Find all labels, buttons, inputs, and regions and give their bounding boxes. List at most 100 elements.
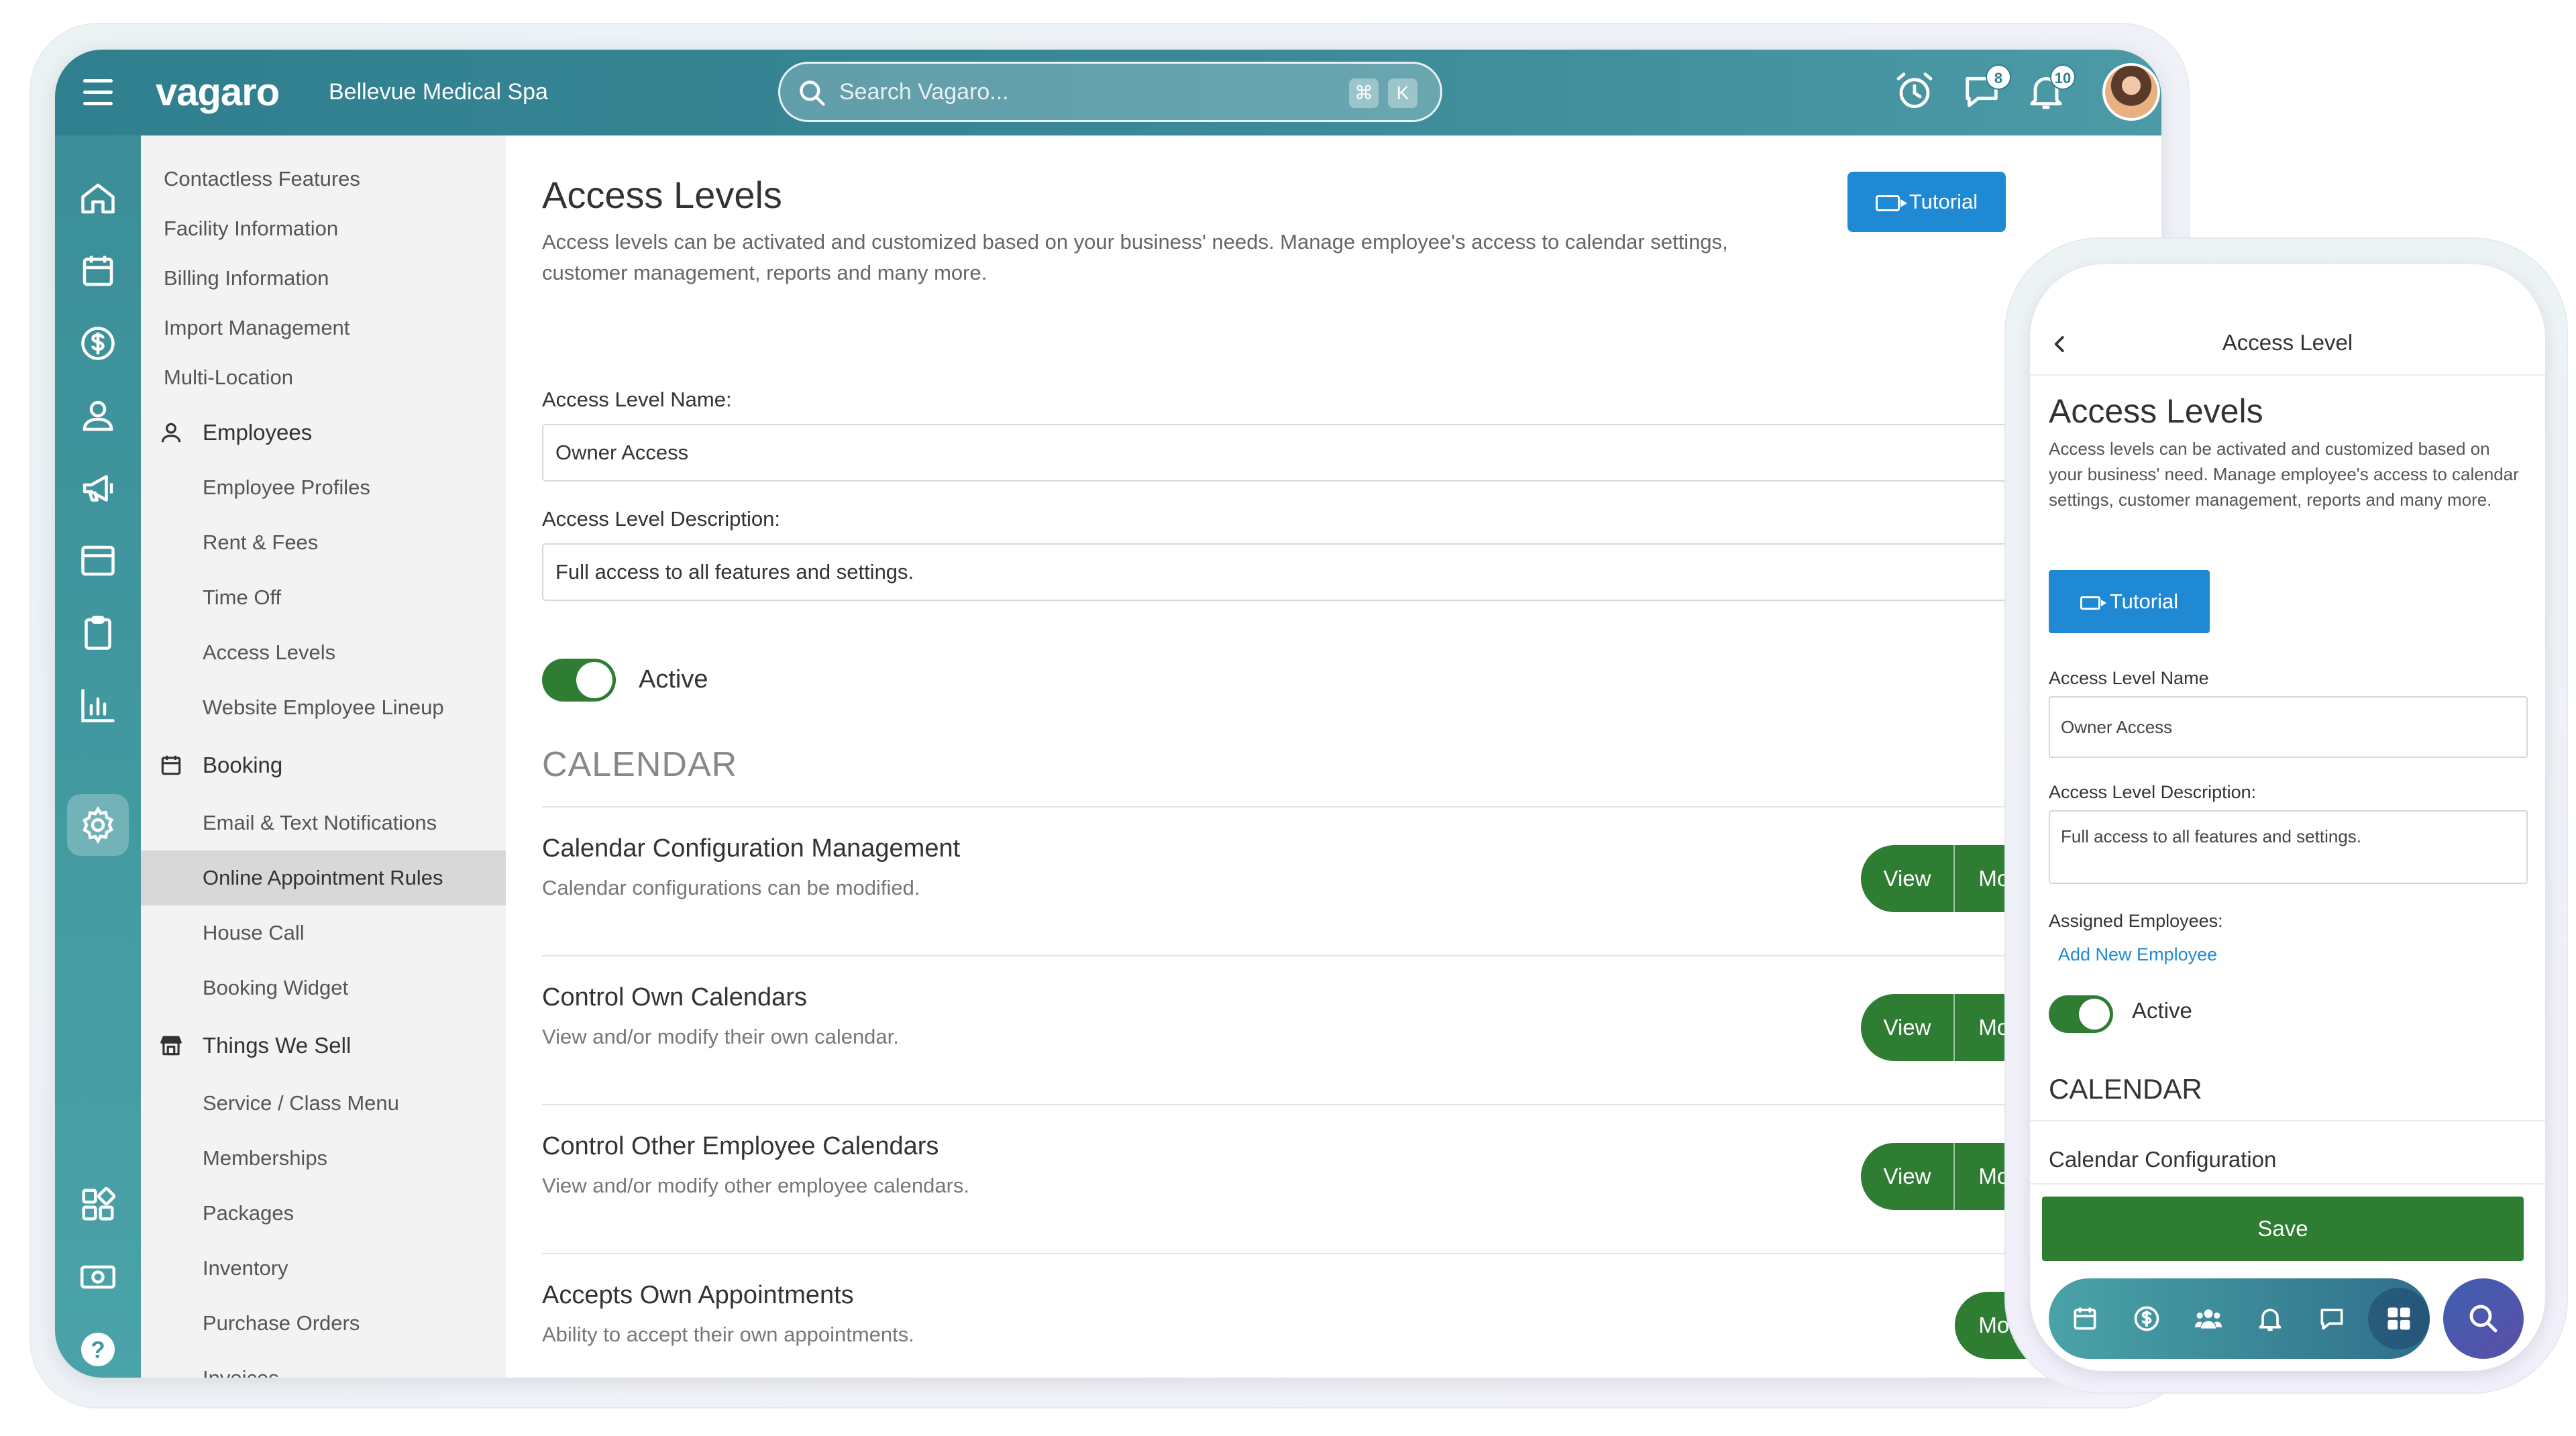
customers-icon[interactable] — [2194, 1304, 2223, 1333]
mobile-header-title: Access Level — [2222, 330, 2353, 355]
nav-item-packages[interactable]: Packages — [141, 1186, 506, 1241]
search-bar[interactable]: ⌘ K — [778, 62, 1442, 122]
shortcut-k-key: K — [1388, 78, 1417, 108]
tutorial-button[interactable]: Tutorial — [1847, 172, 2006, 232]
permission-title: Control Other Employee Calendars — [542, 1132, 939, 1160]
bell-icon[interactable] — [2255, 1304, 2285, 1333]
calendar-icon[interactable] — [78, 251, 118, 291]
calendar-section-heading: CALENDAR — [542, 745, 738, 784]
nav-item-invoices[interactable]: Invoices — [141, 1351, 506, 1378]
view-button[interactable]: View — [1861, 1143, 1955, 1210]
permission-description: Calendar configurations can be modified. — [542, 876, 920, 899]
mobile-page-description: Access levels can be activated and custo… — [2049, 439, 2519, 510]
messages-badge: 8 — [1986, 64, 2011, 90]
mobile-page-title: Access Levels — [2049, 392, 2263, 430]
dollar-icon[interactable] — [78, 323, 118, 364]
divider — [542, 1104, 2082, 1105]
access-level-description-label: Access Level Description: — [542, 507, 780, 531]
nav-item-contactless[interactable]: Contactless Features — [141, 152, 506, 207]
mobile-name-input[interactable] — [2049, 696, 2528, 758]
view-button[interactable]: View — [1861, 994, 1955, 1061]
dollar-icon[interactable] — [2132, 1304, 2161, 1333]
nav-item-service-menu[interactable]: Service / Class Menu — [141, 1076, 506, 1131]
help-icon[interactable]: ? — [78, 1329, 118, 1370]
toggle-knob — [2079, 999, 2110, 1030]
search-input[interactable] — [839, 73, 1309, 111]
business-name[interactable]: Bellevue Medical Spa — [329, 79, 548, 105]
nav-item-access-levels[interactable]: Access Levels — [141, 625, 506, 680]
access-level-description-input[interactable] — [542, 543, 2082, 601]
nav-item-website-lineup[interactable]: Website Employee Lineup — [141, 680, 506, 735]
permission-title: Control Own Calendars — [542, 983, 807, 1011]
divider — [542, 955, 2082, 956]
permission-title: Accepts Own Appointments — [542, 1281, 854, 1309]
alarm-icon[interactable] — [1893, 70, 1936, 113]
user-icon — [161, 423, 181, 443]
active-toggle[interactable] — [542, 659, 616, 702]
nav-item-inventory[interactable]: Inventory — [141, 1241, 506, 1296]
nav-section-employees[interactable]: Employees — [141, 405, 506, 460]
shortcut-cmd-key: ⌘ — [1349, 78, 1379, 108]
icon-rail: ? — [55, 135, 141, 1378]
view-button[interactable]: View — [1861, 845, 1955, 912]
user-icon[interactable] — [78, 396, 118, 436]
nav-section-things-we-sell[interactable]: Things We Sell — [141, 1018, 506, 1073]
mobile-screen: Access Level Access Levels Access levels… — [2030, 264, 2545, 1371]
nav-item-house-call[interactable]: House Call — [141, 905, 506, 960]
mobile-active-toggle[interactable] — [2049, 995, 2113, 1033]
vagaro-logo[interactable]: vagaro — [156, 70, 280, 115]
svg-text:?: ? — [91, 1337, 105, 1364]
gear-icon[interactable] — [78, 805, 118, 845]
nav-item-rent-fees[interactable]: Rent & Fees — [141, 515, 506, 570]
mobile-calendar-item[interactable]: Calendar Configuration — [2049, 1147, 2276, 1172]
menu-icon[interactable] — [83, 79, 113, 106]
mobile-search-button[interactable] — [2443, 1278, 2524, 1359]
chart-icon[interactable] — [78, 685, 118, 726]
home-icon[interactable] — [78, 178, 118, 219]
chat-icon[interactable] — [2317, 1304, 2347, 1333]
save-button[interactable]: Save — [2042, 1197, 2524, 1261]
nav-item-time-off[interactable]: Time Off — [141, 570, 506, 625]
mobile-tutorial-button[interactable]: Tutorial — [2049, 570, 2210, 633]
messages-button[interactable]: 8 — [1960, 64, 2011, 113]
permission-title: Calendar Configuration Management — [542, 834, 961, 863]
megaphone-icon[interactable] — [78, 468, 118, 508]
money-icon[interactable] — [78, 1257, 118, 1297]
nav-item-employee-profiles[interactable]: Employee Profiles — [141, 460, 506, 515]
settings-nav: Contactless Features Facility Informatio… — [141, 135, 506, 1378]
page-description: Access levels can be activated and custo… — [542, 230, 1728, 284]
permission-description: View and/or modify other employee calend… — [542, 1174, 969, 1197]
divider — [542, 1253, 2082, 1254]
nav-section-booking[interactable]: Booking — [141, 738, 506, 793]
permission-description: Ability to accept their own appointments… — [542, 1323, 914, 1346]
nav-item-memberships[interactable]: Memberships — [141, 1131, 506, 1186]
nav-item-notifications[interactable]: Email & Text Notifications — [141, 795, 506, 850]
active-label: Active — [639, 665, 708, 694]
tutorial-button-label: Tutorial — [1909, 190, 1978, 213]
nav-item-facility[interactable]: Facility Information — [141, 201, 506, 256]
nav-item-booking-widget[interactable]: Booking Widget — [141, 960, 506, 1015]
permission-description: View and/or modify their own calendar. — [542, 1025, 899, 1048]
main-content: Access Levels Access levels can be activ… — [506, 135, 2082, 1378]
apps-icon[interactable] — [78, 1184, 118, 1225]
browser-icon[interactable] — [78, 541, 118, 581]
notifications-button[interactable]: 10 — [2025, 64, 2076, 113]
nav-item-import[interactable]: Import Management — [141, 300, 506, 355]
nav-item-online-appointment-rules[interactable]: Online Appointment Rules — [141, 850, 506, 905]
access-level-name-input[interactable] — [542, 424, 2082, 482]
toggle-knob — [576, 662, 612, 698]
calendar-icon[interactable] — [2070, 1304, 2100, 1333]
nav-item-billing[interactable]: Billing Information — [141, 251, 506, 306]
apps-icon[interactable] — [2384, 1304, 2414, 1333]
clipboard-icon[interactable] — [78, 613, 118, 653]
user-avatar[interactable] — [2102, 63, 2160, 121]
nav-item-purchase-orders[interactable]: Purchase Orders — [141, 1296, 506, 1351]
nav-item-multi-location[interactable]: Multi-Location — [141, 350, 506, 405]
add-new-employee-link[interactable]: Add New Employee — [2058, 944, 2217, 965]
mobile-name-label: Access Level Name — [2049, 668, 2209, 688]
mobile-bottom-nav — [2049, 1278, 2430, 1359]
mobile-description-textarea[interactable]: Full access to all features and settings… — [2049, 810, 2528, 884]
mobile-active-label: Active — [2132, 998, 2192, 1023]
top-bar: vagaro Bellevue Medical Spa ⌘ K 8 10 — [55, 50, 2161, 135]
notifications-badge: 10 — [2050, 64, 2076, 90]
